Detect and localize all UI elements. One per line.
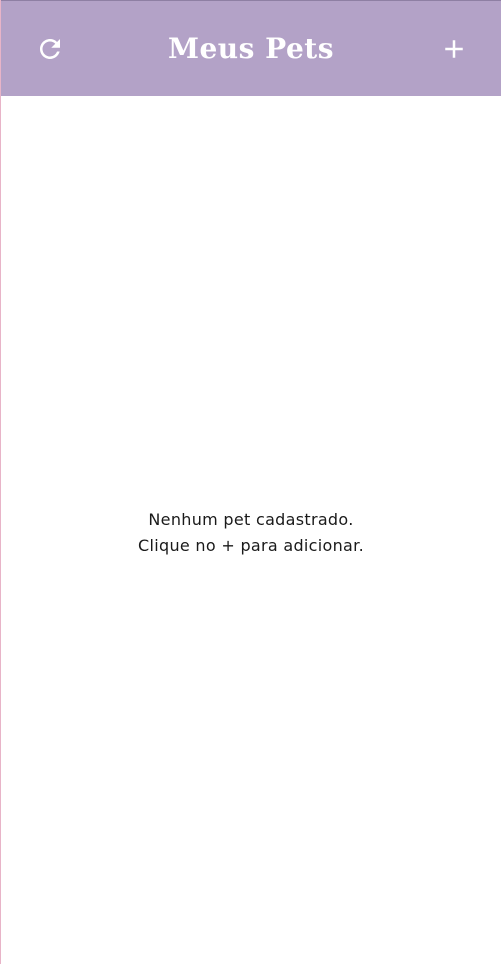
empty-state-message: Nenhum pet cadastrado. Clique no + para …	[1, 507, 501, 559]
empty-state-line-2: Clique no + para adicionar.	[138, 536, 364, 555]
add-pet-button[interactable]	[430, 25, 478, 73]
empty-state-line-1: Nenhum pet cadastrado.	[148, 510, 354, 529]
page-title: Meus Pets	[168, 32, 334, 65]
screen: Meus Pets Nenhum pet cadastrado. Clique …	[0, 0, 501, 964]
plus-icon	[445, 40, 463, 58]
app-bar: Meus Pets	[1, 0, 501, 96]
